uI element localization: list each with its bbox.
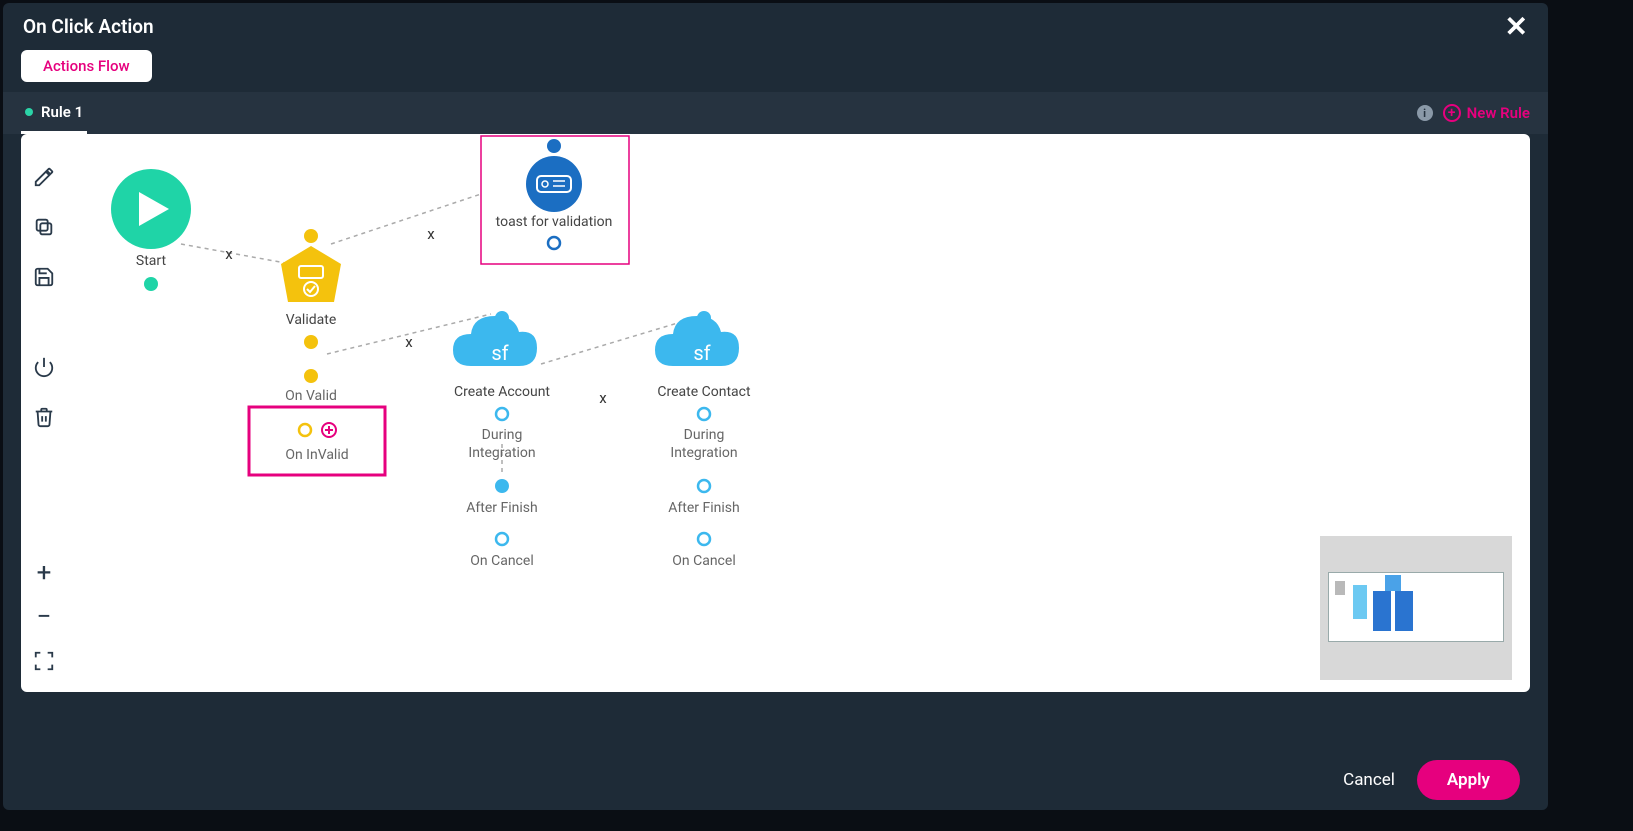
during-integration-a-2: Integration bbox=[468, 445, 535, 461]
close-icon[interactable]: ✕ bbox=[1505, 17, 1528, 37]
modal-header: On Click Action ✕ bbox=[3, 3, 1548, 50]
node-create-contact-label: Create Contact bbox=[657, 384, 751, 400]
node-start-label: Start bbox=[136, 253, 167, 269]
tabs-row: Rule 1 i + New Rule bbox=[3, 92, 1548, 134]
during-integration-c-2: Integration bbox=[670, 445, 737, 461]
after-finish-c-label: After Finish bbox=[668, 500, 739, 516]
on-click-action-modal: On Click Action ✕ Actions Flow Rule 1 i … bbox=[3, 3, 1548, 810]
node-oninvalid-label: On InValid bbox=[285, 447, 348, 463]
modal-footer: Cancel Apply bbox=[3, 750, 1548, 810]
node-create-account-label: Create Account bbox=[454, 384, 550, 400]
minimap[interactable] bbox=[1320, 536, 1512, 680]
node-toast-label: toast for validation bbox=[496, 214, 613, 230]
on-cancel-c-label: On Cancel bbox=[672, 553, 735, 569]
new-rule-label: New Rule bbox=[1467, 104, 1530, 122]
new-rule-button[interactable]: + New Rule bbox=[1443, 104, 1530, 122]
after-finish-a-label: After Finish bbox=[466, 500, 537, 516]
status-dot-icon bbox=[25, 108, 33, 116]
node-onvalid-label: On Valid bbox=[285, 388, 337, 404]
on-cancel-a-label: On Cancel bbox=[470, 553, 533, 569]
actions-flow-pill[interactable]: Actions Flow bbox=[21, 50, 152, 82]
tab-label: Rule 1 bbox=[41, 103, 83, 121]
node-start[interactable]: Start bbox=[111, 169, 191, 291]
remove-link-account-contact[interactable]: x bbox=[599, 389, 607, 407]
during-integration-c-1: During bbox=[684, 427, 725, 443]
plus-circle-icon: + bbox=[1443, 104, 1461, 122]
pills-row: Actions Flow bbox=[3, 50, 1548, 92]
node-toast[interactable]: toast for validation bbox=[481, 136, 629, 264]
node-validate-label: Validate bbox=[286, 312, 337, 328]
node-create-contact[interactable]: sf Create Contact During Integration Aft… bbox=[655, 311, 751, 569]
remove-link-onvalid-account[interactable]: x bbox=[405, 333, 413, 351]
during-integration-a-1: During bbox=[482, 427, 523, 443]
node-create-account[interactable]: sf Create Account During Integration Aft… bbox=[453, 311, 550, 569]
remove-link-validate-toast[interactable]: x bbox=[427, 225, 435, 243]
node-oninvalid[interactable]: On InValid bbox=[249, 407, 385, 475]
cancel-button[interactable]: Cancel bbox=[1343, 770, 1395, 790]
remove-link-start-validate[interactable]: x bbox=[225, 245, 233, 263]
flow-canvas[interactable]: + − x x x x Start bbox=[21, 134, 1530, 692]
node-validate[interactable]: Validate On Valid bbox=[281, 229, 341, 404]
apply-button[interactable]: Apply bbox=[1417, 760, 1520, 800]
minimap-viewport bbox=[1328, 572, 1504, 642]
svg-text:sf: sf bbox=[693, 341, 710, 365]
svg-text:sf: sf bbox=[491, 341, 508, 365]
flow-svg: x x x x Start Va bbox=[21, 134, 1530, 692]
info-icon[interactable]: i bbox=[1417, 105, 1433, 121]
tab-right: i + New Rule bbox=[1417, 104, 1530, 122]
tab-rule-1[interactable]: Rule 1 bbox=[21, 92, 87, 134]
modal-title: On Click Action bbox=[23, 15, 154, 38]
